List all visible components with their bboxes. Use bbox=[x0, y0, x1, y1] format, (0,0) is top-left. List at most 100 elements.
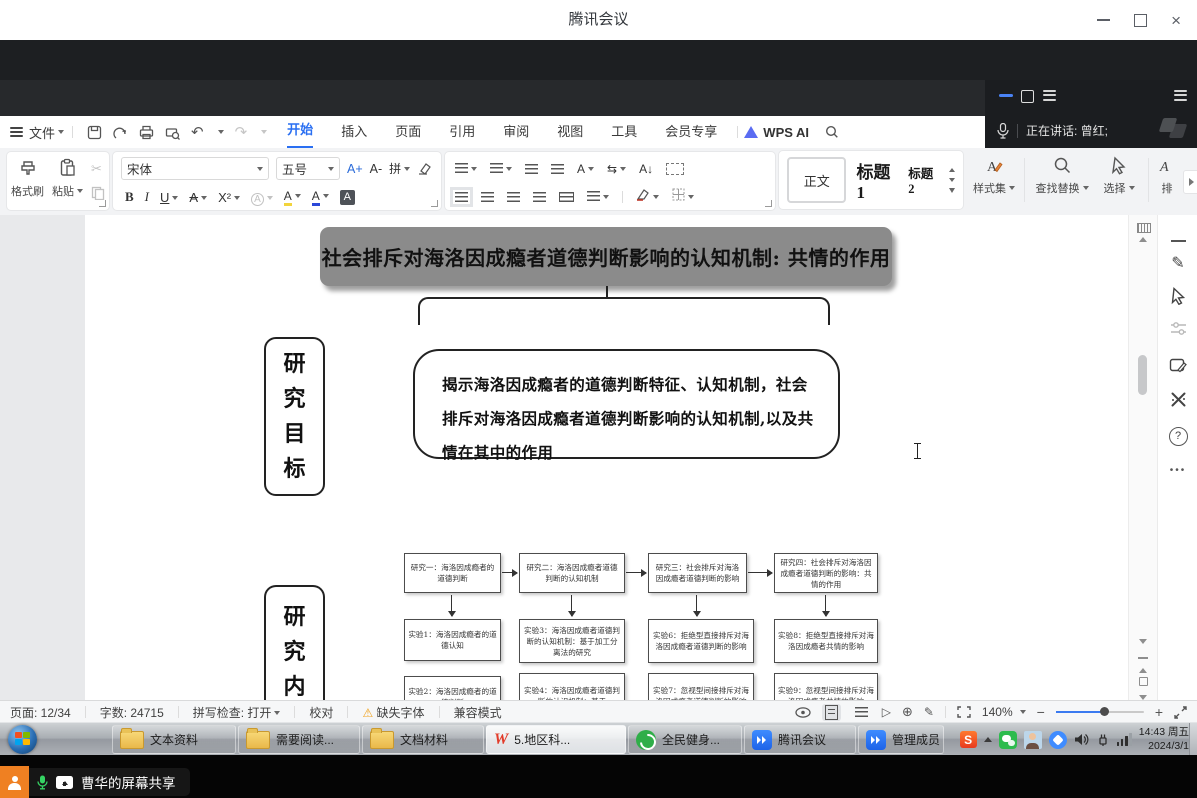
scroll-down-icon[interactable] bbox=[1139, 639, 1147, 644]
taskbar-wps[interactable]: W5.地区科... bbox=[486, 725, 626, 754]
paste-button[interactable]: 粘贴 bbox=[52, 158, 83, 199]
wps-minimize-icon[interactable] bbox=[999, 94, 1013, 97]
menu-page[interactable]: 页面 bbox=[395, 117, 421, 148]
align-left-button[interactable] bbox=[455, 192, 468, 202]
contact-avatar[interactable] bbox=[1024, 731, 1042, 749]
collapse-icon[interactable] bbox=[1158, 229, 1197, 247]
shading-button[interactable] bbox=[636, 188, 659, 206]
undo-chevron-icon[interactable] bbox=[218, 130, 224, 134]
pencil-tool-icon[interactable]: ✎ bbox=[1158, 253, 1197, 273]
maximize-icon[interactable] bbox=[1134, 14, 1147, 27]
settings-sliders-icon[interactable] bbox=[1158, 321, 1197, 341]
close-icon[interactable]: × bbox=[1171, 12, 1181, 29]
style-heading1[interactable]: 标题 1 bbox=[856, 158, 898, 203]
tray-expand-icon[interactable] bbox=[984, 737, 992, 742]
meeting-tray-icon[interactable] bbox=[1049, 731, 1067, 749]
fullscreen-icon[interactable] bbox=[1174, 706, 1187, 719]
font-size-select[interactable]: 五号 bbox=[276, 157, 340, 180]
phonetic-guide-button[interactable]: 拼 bbox=[389, 160, 410, 177]
tray-clock[interactable]: 14:43 周五 2024/3/1 bbox=[1139, 726, 1189, 752]
tools-wand-icon[interactable] bbox=[1158, 391, 1197, 413]
select-button[interactable]: 选择 bbox=[1096, 156, 1142, 196]
show-marks-button[interactable] bbox=[666, 163, 684, 175]
zoom-slider[interactable] bbox=[1056, 711, 1144, 713]
search-icon[interactable] bbox=[825, 125, 839, 139]
group-expand-icon[interactable] bbox=[431, 200, 438, 207]
cursor-tool-icon[interactable] bbox=[1158, 287, 1197, 310]
vertical-scrollbar[interactable] bbox=[1128, 215, 1157, 700]
wps-ai-button[interactable]: WPS AI bbox=[744, 125, 809, 140]
menu-reference[interactable]: 引用 bbox=[449, 117, 475, 148]
borders-button[interactable] bbox=[672, 188, 694, 206]
strikethrough-button[interactable]: A bbox=[189, 190, 207, 205]
distribute-button[interactable] bbox=[559, 192, 574, 202]
export-icon[interactable] bbox=[113, 125, 128, 140]
shrink-font-button[interactable]: A- bbox=[370, 162, 383, 176]
ribbon-more-button[interactable] bbox=[1183, 170, 1197, 194]
group-expand-icon[interactable] bbox=[765, 200, 772, 207]
taskbar-folder-2[interactable]: 需要阅读... bbox=[238, 725, 360, 754]
minimize-icon[interactable] bbox=[1097, 19, 1110, 21]
focus-mode-icon[interactable] bbox=[957, 706, 971, 718]
sidebar-toggle-icon[interactable] bbox=[1174, 90, 1187, 101]
styles-down-icon[interactable] bbox=[949, 178, 955, 182]
wps-menu-icon[interactable] bbox=[1043, 90, 1056, 101]
help-icon[interactable]: ? bbox=[1158, 426, 1197, 446]
speaker-icon[interactable] bbox=[1074, 733, 1089, 746]
menu-member[interactable]: 会员专享 bbox=[665, 117, 717, 148]
zoom-slider-knob[interactable] bbox=[1100, 707, 1109, 716]
print-preview-icon[interactable] bbox=[165, 125, 180, 140]
scrollbar-thumb[interactable] bbox=[1138, 355, 1147, 395]
bullet-list-button[interactable] bbox=[455, 160, 477, 178]
zoom-in-button[interactable]: + bbox=[1155, 704, 1163, 720]
taskbar-folder-1[interactable]: 文本资料 bbox=[112, 725, 236, 754]
text-direction-button[interactable]: A bbox=[577, 160, 594, 178]
eye-protect-icon[interactable] bbox=[795, 707, 811, 718]
numbered-list-button[interactable] bbox=[490, 160, 512, 178]
decrease-indent-button[interactable] bbox=[525, 164, 538, 174]
print-icon[interactable] bbox=[139, 125, 154, 140]
align-right-button[interactable] bbox=[507, 192, 520, 202]
clear-format-icon[interactable] bbox=[417, 162, 432, 175]
format-painter-button[interactable]: 格式刷 bbox=[11, 158, 44, 199]
taskbar-meeting[interactable]: 腾讯会议 bbox=[744, 725, 856, 754]
notes-tool-icon[interactable] bbox=[1158, 357, 1197, 379]
char-shading-button[interactable]: A bbox=[340, 190, 355, 205]
font-name-select[interactable]: 宋体 bbox=[121, 157, 269, 180]
group-expand-icon[interactable] bbox=[99, 200, 106, 207]
styles-more-icon[interactable] bbox=[949, 188, 955, 193]
file-menu-icon[interactable] bbox=[10, 127, 23, 138]
justify-button[interactable] bbox=[533, 192, 546, 202]
taskbar-members[interactable]: 管理成员 bbox=[858, 725, 944, 754]
taskbar-folder-3[interactable]: 文档材料 bbox=[362, 725, 484, 754]
missing-font-warning[interactable]: ⚠ 缺失字体 bbox=[362, 704, 424, 721]
menu-view[interactable]: 视图 bbox=[557, 117, 583, 148]
style-normal[interactable]: 正文 bbox=[787, 157, 846, 203]
wechat-icon[interactable] bbox=[999, 731, 1017, 749]
word-count[interactable]: 字数: 24715 bbox=[100, 704, 164, 721]
highlight-button[interactable]: A bbox=[284, 188, 301, 206]
next-page-button[interactable] bbox=[1137, 687, 1149, 700]
page-indicator[interactable]: 页面: 12/34 bbox=[10, 704, 71, 721]
grow-font-button[interactable]: A+ bbox=[347, 162, 363, 176]
style-heading2[interactable]: 标题 2 bbox=[908, 163, 939, 197]
superscript-button[interactable]: X² bbox=[218, 190, 240, 205]
more-tools-icon[interactable]: ••• bbox=[1158, 465, 1197, 476]
menu-tools[interactable]: 工具 bbox=[611, 117, 637, 148]
zoom-level[interactable]: 140% bbox=[982, 705, 1013, 719]
menu-insert[interactable]: 插入 bbox=[341, 117, 367, 148]
asian-layout-button[interactable]: ⇆ bbox=[607, 160, 626, 178]
increase-indent-button[interactable] bbox=[551, 164, 564, 174]
styles-up-icon[interactable] bbox=[949, 168, 955, 172]
proofread-button[interactable]: 校对 bbox=[309, 704, 333, 721]
read-mode-icon[interactable]: ▷ bbox=[882, 705, 891, 719]
bold-button[interactable]: B bbox=[125, 189, 134, 205]
zoom-out-button[interactable]: − bbox=[1037, 704, 1045, 720]
italic-button[interactable]: I bbox=[145, 189, 149, 205]
document-canvas[interactable]: 社会排斥对海洛因成瘾者道德判断影响的认知机制: 共情的作用 研究目标 揭示海洛因… bbox=[0, 215, 1197, 700]
font-color-button[interactable]: A bbox=[312, 188, 329, 206]
menu-review[interactable]: 审阅 bbox=[503, 117, 529, 148]
save-icon[interactable] bbox=[87, 125, 102, 140]
wps-maximize-icon[interactable] bbox=[1021, 90, 1034, 103]
scroll-up-icon[interactable] bbox=[1139, 237, 1147, 242]
